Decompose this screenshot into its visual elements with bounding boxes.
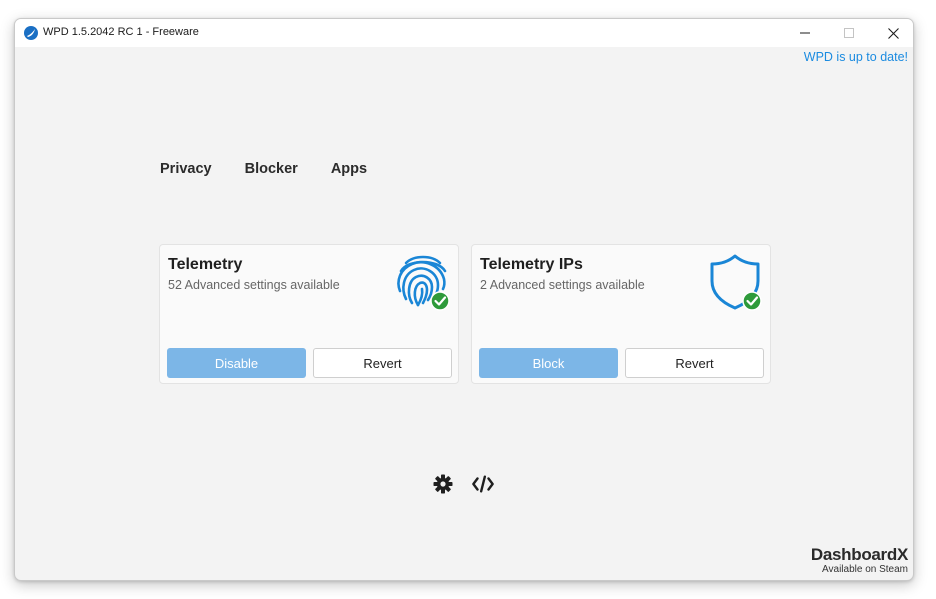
check-badge-icon	[742, 291, 762, 311]
settings-button[interactable]	[432, 473, 454, 495]
revert-button[interactable]: Revert	[625, 348, 764, 378]
code-icon	[472, 475, 494, 493]
code-button[interactable]	[472, 473, 494, 495]
card-subtitle[interactable]: 2 Advanced settings available	[480, 278, 645, 292]
window-title: WPD 1.5.2042 RC 1 - Freeware	[43, 26, 199, 38]
revert-button[interactable]: Revert	[313, 348, 452, 378]
card-title: Telemetry IPs	[480, 256, 583, 273]
app-window: WPD 1.5.2042 RC 1 - Freeware WPD is up t…	[14, 18, 914, 581]
shield-icon	[710, 254, 762, 311]
gear-icon	[433, 474, 453, 494]
maximize-icon	[844, 28, 854, 38]
card-subtitle[interactable]: 52 Advanced settings available	[168, 278, 340, 292]
minimize-icon	[800, 32, 810, 34]
minimize-button[interactable]	[783, 19, 827, 47]
tab-blocker[interactable]: Blocker	[245, 161, 298, 177]
telemetry-ips-card: Telemetry IPs 2 Advanced settings availa…	[471, 244, 771, 384]
disable-button[interactable]: Disable	[167, 348, 306, 378]
brand-name: DashboardX	[810, 545, 908, 564]
close-button[interactable]	[871, 19, 913, 47]
update-status-link[interactable]: WPD is up to date!	[804, 50, 908, 64]
telemetry-card: Telemetry 52 Advanced settings available…	[159, 244, 459, 384]
block-button[interactable]: Block	[479, 348, 618, 378]
check-badge-icon	[430, 291, 450, 311]
title-bar[interactable]: WPD 1.5.2042 RC 1 - Freeware	[15, 19, 913, 47]
main-nav: Privacy Blocker Apps	[160, 161, 400, 177]
brand-tagline: Available on Steam	[822, 564, 908, 575]
close-icon	[887, 27, 899, 39]
tab-privacy[interactable]: Privacy	[160, 161, 212, 177]
maximize-button[interactable]	[827, 19, 871, 47]
dashboardx-promo[interactable]: DashboardX Available on Steam	[811, 546, 908, 576]
card-title: Telemetry	[168, 256, 243, 273]
footer-toolbar	[432, 473, 494, 495]
fingerprint-icon	[397, 255, 450, 311]
tab-apps[interactable]: Apps	[331, 161, 367, 177]
wpd-logo-icon	[24, 26, 38, 40]
